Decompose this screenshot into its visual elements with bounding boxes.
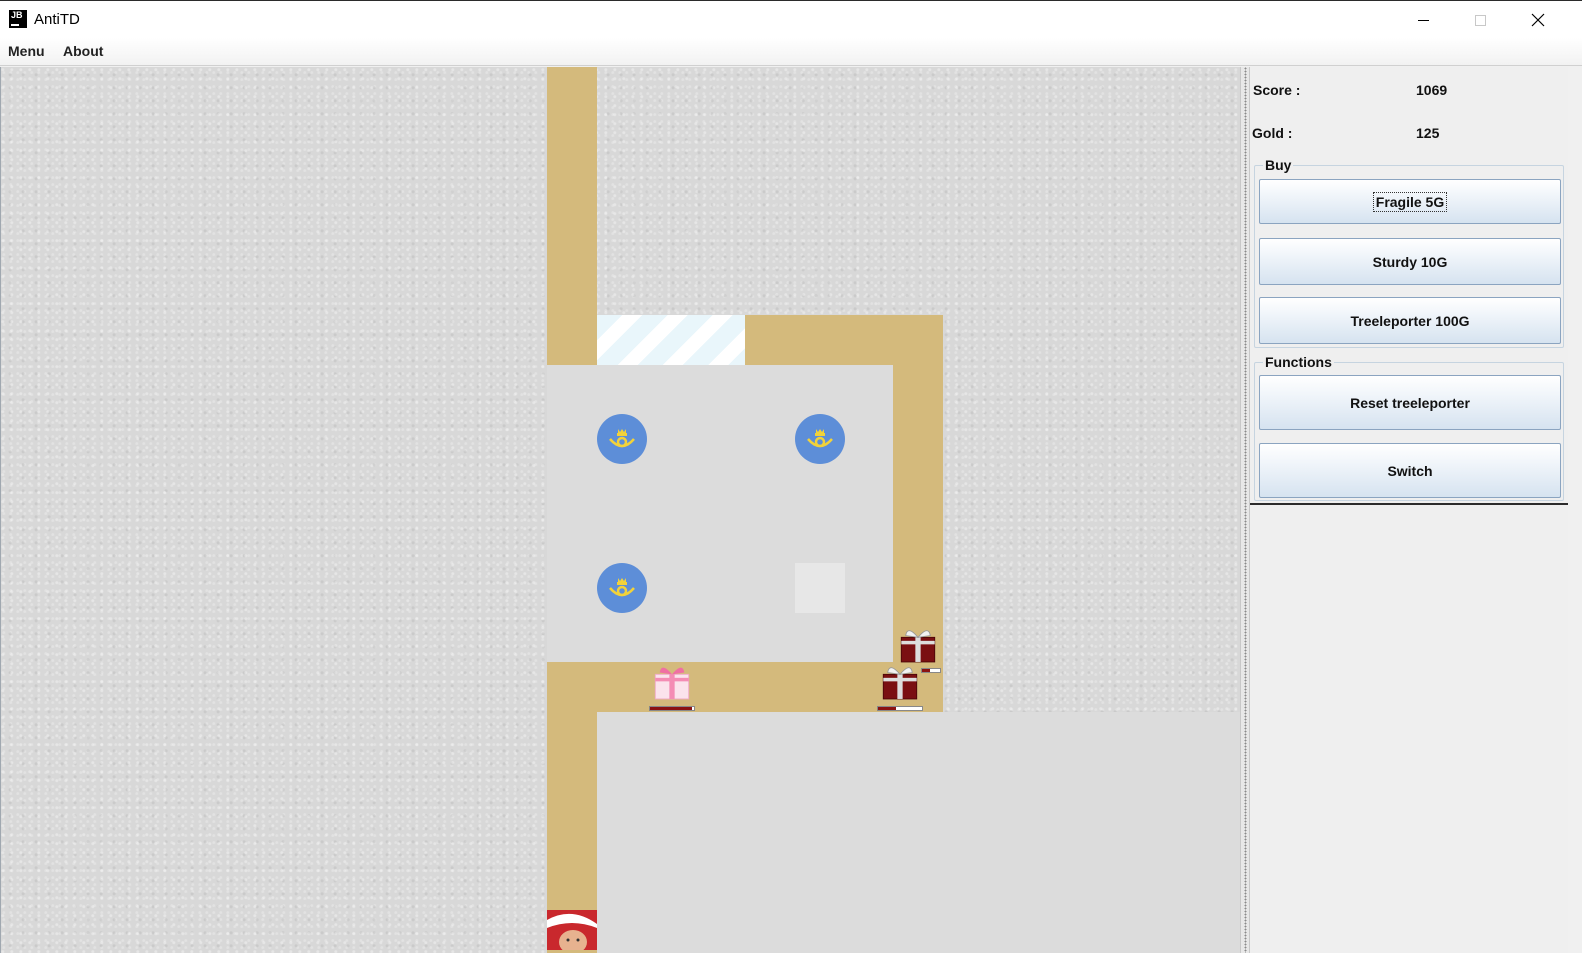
- score-value: 1069: [1416, 82, 1448, 98]
- jb-app-icon: JB: [9, 10, 27, 28]
- unit-health-bar: [649, 706, 695, 711]
- score-label: Score :: [1253, 82, 1301, 98]
- empty-tower-slot[interactable]: [795, 563, 845, 613]
- buy-sturdy-button[interactable]: Sturdy 10G: [1259, 238, 1561, 285]
- maximize-icon: [1474, 14, 1486, 26]
- gold-label: Gold :: [1252, 125, 1293, 141]
- menu-about[interactable]: About: [63, 43, 103, 59]
- unit-health-bar: [877, 706, 923, 711]
- buy-group-title: Buy: [1263, 157, 1294, 173]
- reset-treeleporter-label: Reset treeleporter: [1350, 394, 1470, 411]
- gift-pink-icon: [649, 662, 695, 712]
- gold-value: 125: [1416, 125, 1440, 141]
- buy-sturdy-label: Sturdy 10G: [1372, 253, 1448, 270]
- posthorn-tower-icon[interactable]: [795, 414, 845, 464]
- board-inner-area: [547, 365, 894, 663]
- reset-treeleporter-button[interactable]: Reset treeleporter: [1259, 375, 1561, 430]
- unit-health-bar: [921, 668, 941, 673]
- path-segment: [547, 67, 597, 365]
- buy-treeleporter-label: Treeleporter 100G: [1350, 312, 1470, 329]
- snow-path-tile: [597, 315, 745, 365]
- close-icon: [1531, 13, 1545, 27]
- minimize-icon: [1417, 19, 1429, 21]
- split-pane-divider[interactable]: [1240, 67, 1250, 953]
- window-title: AntiTD: [34, 11, 80, 28]
- gift-red-icon: [877, 662, 923, 712]
- buy-fragile-label: Fragile 5G: [1372, 191, 1448, 212]
- switch-label: Switch: [1387, 462, 1433, 479]
- functions-group-title: Functions: [1263, 354, 1334, 370]
- close-button[interactable]: [1509, 1, 1567, 39]
- buy-treeleporter-button[interactable]: Treeleporter 100G: [1259, 297, 1561, 344]
- santa-baby-icon: [547, 910, 597, 950]
- control-panel: Score : 1069 Gold : 125 Buy Fragile 5G S…: [1250, 67, 1568, 505]
- posthorn-tower-icon[interactable]: [597, 414, 647, 464]
- buy-group: Buy Fragile 5G Sturdy 10G Treeleporter 1…: [1254, 157, 1564, 348]
- switch-button[interactable]: Switch: [1259, 443, 1561, 498]
- menu-bar: Menu About: [0, 38, 1582, 66]
- minimize-button[interactable]: [1394, 1, 1452, 39]
- functions-group: Functions Reset treeleporter Switch: [1254, 354, 1564, 501]
- maximize-button[interactable]: [1451, 1, 1509, 39]
- buy-fragile-button[interactable]: Fragile 5G: [1259, 179, 1561, 224]
- game-board[interactable]: [0, 67, 1240, 953]
- side-panel: Score : 1069 Gold : 125 Buy Fragile 5G S…: [1250, 67, 1568, 953]
- posthorn-tower-icon[interactable]: [597, 563, 647, 613]
- menu-menu[interactable]: Menu: [8, 43, 45, 59]
- board-lower-area: [597, 712, 1240, 953]
- title-bar: JB AntiTD: [0, 0, 1582, 38]
